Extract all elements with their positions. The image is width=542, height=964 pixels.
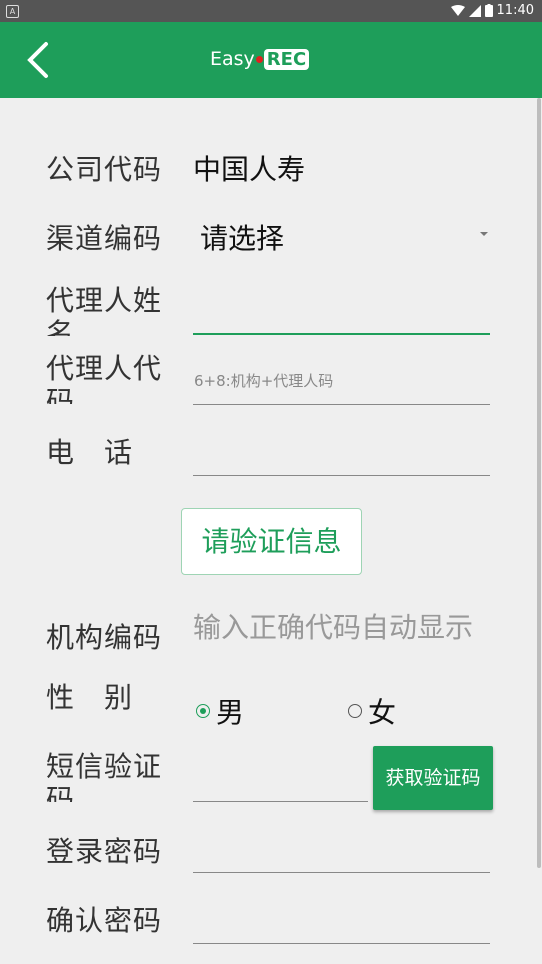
sms-code-underline	[193, 801, 368, 802]
company-code-value: 中国人寿	[193, 153, 306, 186]
gender-male-radio[interactable]: 男	[196, 691, 244, 731]
status-indicators: 11:40	[450, 3, 534, 18]
radio-checked-icon	[196, 704, 210, 718]
org-code-field: 输入正确代码自动显示	[193, 611, 474, 644]
sms-code-input[interactable]	[193, 762, 368, 796]
battery-icon	[484, 4, 493, 17]
dropdown-arrow-icon[interactable]	[480, 232, 488, 236]
status-bar: A 11:40	[0, 0, 542, 22]
phone-label: 电 话	[46, 436, 134, 469]
gender-female-radio[interactable]: 女	[348, 691, 396, 731]
agent-name-underline	[193, 333, 490, 335]
phone-underline	[193, 475, 490, 476]
verify-info-button[interactable]: 请验证信息	[181, 508, 362, 575]
gender-male-label: 男	[216, 696, 245, 729]
channel-code-label: 渠道编码	[46, 222, 163, 255]
signal-icon	[468, 4, 481, 17]
company-code-label: 公司代码	[46, 153, 163, 186]
agent-code-input[interactable]: 6+8:机构+代理人码	[194, 370, 333, 391]
status-time: 11:40	[496, 3, 534, 18]
channel-code-select[interactable]: 请选择	[200, 222, 284, 255]
logo-dot-icon	[255, 55, 263, 63]
app-logo: Easy REC	[210, 48, 310, 70]
logo-badge: REC	[263, 48, 310, 70]
chevron-left-icon	[27, 42, 48, 78]
gender-label: 性 别	[46, 681, 134, 714]
wifi-icon	[450, 4, 465, 16]
radio-unchecked-icon	[348, 704, 362, 718]
get-code-button[interactable]: 获取验证码	[373, 746, 493, 810]
confirm-password-label: 确认密码	[46, 904, 163, 937]
logo-text: Easy	[210, 48, 255, 70]
login-password-input[interactable]	[193, 835, 490, 869]
scrollbar[interactable]	[537, 98, 541, 868]
org-code-label: 机构编码	[46, 621, 163, 654]
gender-female-label: 女	[368, 696, 397, 729]
notification-icon: A	[6, 5, 19, 18]
sms-code-label: 短信验证码	[46, 750, 163, 802]
agent-name-input[interactable]	[193, 296, 490, 330]
login-password-label: 登录密码	[46, 835, 163, 868]
agent-code-underline	[193, 404, 490, 405]
phone-input[interactable]	[193, 436, 490, 470]
login-password-underline	[193, 872, 490, 873]
agent-code-label: 代理人代码	[46, 352, 163, 404]
agent-name-label: 代理人姓名	[46, 284, 163, 336]
confirm-password-input[interactable]	[193, 904, 490, 938]
back-button[interactable]	[18, 40, 58, 80]
confirm-password-underline	[193, 943, 490, 944]
app-bar: Easy REC	[0, 22, 542, 98]
